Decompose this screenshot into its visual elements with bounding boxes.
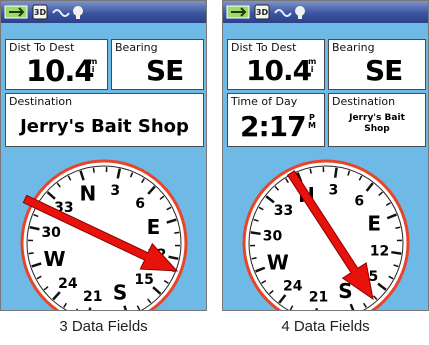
compass-tick: [395, 226, 401, 229]
compass-tick: [309, 168, 312, 174]
compass-tick: [250, 231, 261, 236]
gps-screen-4-fields: 3D Dist To Dest 10.4 m i Bearing SE Time…: [222, 0, 429, 311]
compass-tick: [92, 167, 95, 173]
compass-label-21: 21: [83, 289, 102, 305]
compass-label-n: N: [80, 182, 97, 206]
compass-label-15: 15: [134, 272, 153, 288]
gps-screen-3-fields: 3D Dist To Dest 10.4 m i Bearing SE Dest…: [0, 0, 207, 311]
compass-rose: N36E1215S2124W3033: [242, 159, 410, 310]
compass-tick: [251, 257, 257, 260]
compass-tick: [333, 167, 338, 178]
compass-tick: [391, 250, 402, 255]
compass-label-3: 3: [329, 183, 339, 199]
compass-label-e: E: [147, 215, 161, 239]
compass-label-21: 21: [309, 289, 328, 305]
compass-label-30: 30: [263, 228, 283, 244]
compass-label-s: S: [113, 280, 127, 304]
compass-rose: N36E1215S2124W3033: [20, 159, 188, 310]
compass-label-24: 24: [283, 279, 303, 295]
compass-label-w: W: [267, 250, 289, 274]
compass-label-30: 30: [41, 225, 61, 241]
compass-label-12: 12: [370, 244, 389, 260]
compass-tick: [315, 308, 319, 310]
caption-4-data-fields: 4 Data Fields: [281, 318, 370, 335]
compass-label-e: E: [367, 212, 381, 236]
compass-label-6: 6: [354, 193, 364, 209]
caption-3-data-fields: 3 Data Fields: [59, 318, 148, 335]
compass-label-24: 24: [58, 276, 78, 292]
compass-tick: [174, 231, 180, 234]
compass-tick: [28, 252, 34, 255]
compass-label-33: 33: [274, 203, 293, 219]
compass-label-6: 6: [135, 196, 145, 212]
compass-label-w: W: [44, 247, 66, 271]
compass-label-3: 3: [110, 183, 120, 199]
